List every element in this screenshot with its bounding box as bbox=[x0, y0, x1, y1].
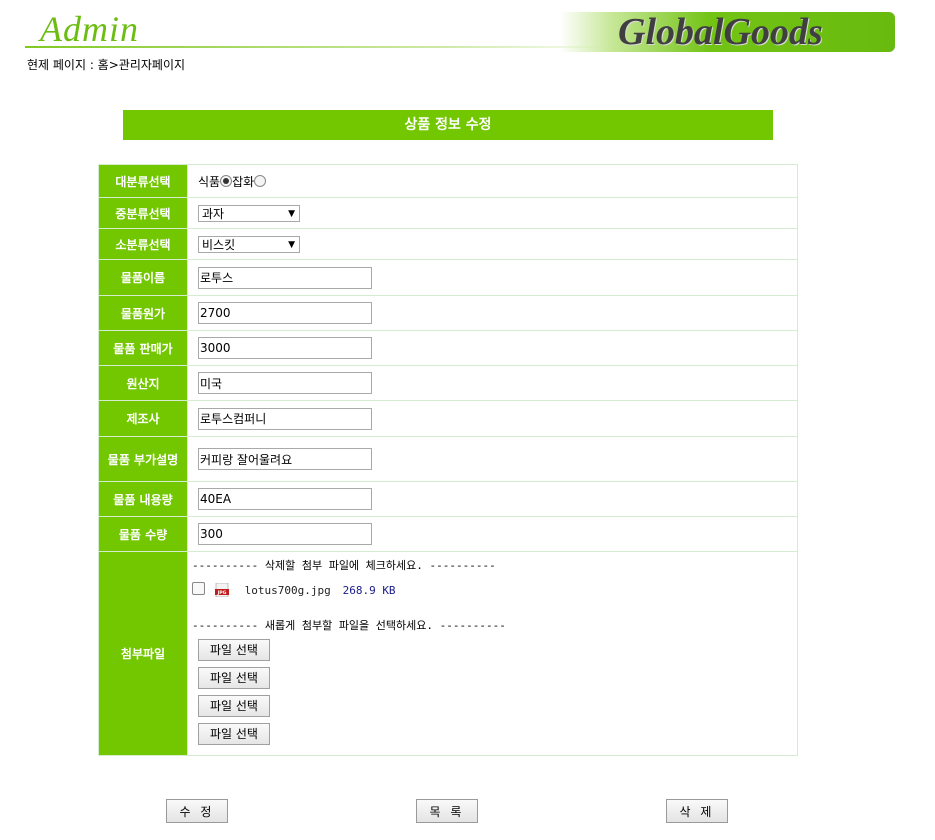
category-large-field: 식품 잡화 bbox=[187, 164, 798, 198]
jpg-file-icon: JPG bbox=[214, 582, 229, 598]
manufacturer-label: 제조사 bbox=[98, 400, 188, 437]
list-button[interactable]: 목 록 bbox=[416, 799, 478, 823]
category-small-label: 소분류선택 bbox=[98, 228, 188, 260]
manufacturer-field bbox=[187, 400, 798, 437]
row-manufacturer: 제조사 bbox=[98, 400, 798, 437]
edit-button[interactable]: 수 정 bbox=[166, 799, 228, 823]
delete-file-checkbox[interactable] bbox=[192, 582, 205, 595]
sale-price-label: 물품 판매가 bbox=[98, 330, 188, 366]
delete-note: ---------- 삭제할 첨부 파일에 체크하세요. ---------- bbox=[192, 559, 496, 572]
sale-price-input[interactable] bbox=[198, 337, 372, 359]
cost-price-input[interactable] bbox=[198, 302, 372, 324]
row-volume: 물품 내용량 bbox=[98, 481, 798, 517]
category-small-field: 비스킷 ▼ bbox=[187, 228, 798, 260]
product-name-label: 물품이름 bbox=[98, 259, 188, 296]
attachments-label: 첨부파일 bbox=[98, 551, 188, 756]
manufacturer-input[interactable] bbox=[198, 407, 372, 430]
delete-button[interactable]: 삭 제 bbox=[666, 799, 728, 823]
product-name-input[interactable] bbox=[198, 266, 372, 289]
existing-file-size: 268.9 KB bbox=[342, 584, 396, 597]
volume-input[interactable] bbox=[198, 488, 372, 510]
radio-food[interactable] bbox=[220, 174, 233, 187]
volume-field bbox=[187, 481, 798, 517]
description-label: 물품 부가설명 bbox=[98, 436, 188, 482]
row-category-large: 대분류선택 식품 잡화 bbox=[98, 164, 798, 198]
page-title: 상품 정보 수정 bbox=[123, 110, 773, 140]
chevron-down-icon: ▼ bbox=[288, 208, 295, 219]
origin-input[interactable] bbox=[198, 372, 372, 394]
radio-food-label: 식품 bbox=[198, 174, 221, 189]
row-attachments: 첨부파일 ---------- 삭제할 첨부 파일에 체크하세요. ------… bbox=[98, 551, 798, 756]
cost-price-field bbox=[187, 295, 798, 331]
category-small-select[interactable]: 비스킷 ▼ bbox=[198, 235, 300, 253]
category-mid-field: 과자 ▼ bbox=[187, 197, 798, 229]
category-large-label: 대분류선택 bbox=[98, 164, 188, 198]
category-mid-value: 과자 bbox=[202, 206, 225, 221]
origin-label: 원산지 bbox=[98, 365, 188, 401]
row-quantity: 물품 수량 bbox=[98, 516, 798, 552]
file-select-button-1[interactable]: 파일 선택 bbox=[198, 639, 270, 661]
sale-price-field bbox=[187, 330, 798, 366]
row-category-small: 소분류선택 비스킷 ▼ bbox=[98, 228, 798, 260]
file-select-button-2[interactable]: 파일 선택 bbox=[198, 667, 270, 689]
row-product-name: 물품이름 bbox=[98, 259, 798, 296]
category-mid-select[interactable]: 과자 ▼ bbox=[198, 204, 300, 222]
row-cost-price: 물품원가 bbox=[98, 295, 798, 331]
origin-field bbox=[187, 365, 798, 401]
svg-text:JPG: JPG bbox=[216, 590, 226, 596]
existing-file-name[interactable]: lotus700g.jpg bbox=[245, 584, 331, 597]
file-select-button-4[interactable]: 파일 선택 bbox=[198, 723, 270, 745]
description-input[interactable] bbox=[198, 448, 372, 470]
volume-label: 물품 내용량 bbox=[98, 481, 188, 517]
row-sale-price: 물품 판매가 bbox=[98, 330, 798, 366]
row-description: 물품 부가설명 bbox=[98, 436, 798, 482]
description-field bbox=[187, 436, 798, 482]
admin-logo: Admin bbox=[40, 9, 139, 49]
row-category-mid: 중분류선택 과자 ▼ bbox=[98, 197, 798, 229]
cost-price-label: 물품원가 bbox=[98, 295, 188, 331]
attachments-field: ---------- 삭제할 첨부 파일에 체크하세요. ---------- … bbox=[187, 551, 798, 756]
product-edit-form: 대분류선택 식품 잡화 중분류선택 과자 ▼ 소분류선택 비스킷 ▼ 물품이름 물품원… bbox=[98, 164, 798, 756]
header-divider bbox=[25, 46, 625, 48]
category-small-value: 비스킷 bbox=[202, 237, 236, 252]
file-select-button-3[interactable]: 파일 선택 bbox=[198, 695, 270, 717]
radio-goods-label: 잡화 bbox=[232, 174, 255, 189]
category-mid-label: 중분류선택 bbox=[98, 197, 188, 229]
row-origin: 원산지 bbox=[98, 365, 798, 401]
quantity-field bbox=[187, 516, 798, 552]
existing-file-row: JPG lotus700g.jpg 268.9 KB bbox=[192, 582, 797, 598]
quantity-label: 물품 수량 bbox=[98, 516, 188, 552]
radio-goods[interactable] bbox=[254, 174, 267, 187]
breadcrumb: 현제 페이지 : 홈>관리자페이지 bbox=[27, 58, 186, 72]
quantity-input[interactable] bbox=[198, 523, 372, 545]
new-file-note: ---------- 새롭게 첨부할 파일을 선택하세요. ---------- bbox=[192, 619, 506, 632]
brand-logo[interactable]: GlobalGoods bbox=[618, 10, 823, 54]
file-buttons: 파일 선택 파일 선택 파일 선택 파일 선택 bbox=[192, 639, 797, 745]
chevron-down-icon: ▼ bbox=[288, 239, 295, 250]
product-name-field bbox=[187, 259, 798, 296]
